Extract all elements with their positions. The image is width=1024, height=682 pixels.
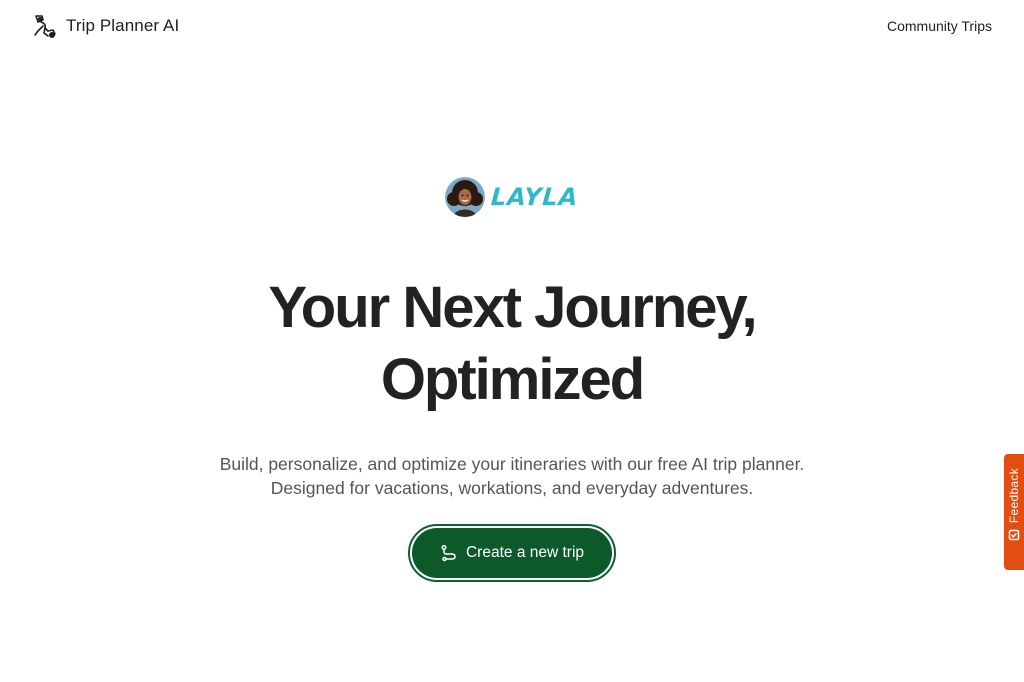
create-trip-button-body[interactable]: Create a new trip [412,528,612,578]
brand-name: Trip Planner AI [66,16,180,35]
layla-avatar [445,177,486,217]
page: Trip Planner AI Community Trips LAYLA Yo… [0,0,1024,682]
headline-line-1: Your Next Journey, [268,275,757,340]
persona-name: LAYLA [490,183,580,211]
create-trip-label: Create a new trip [465,544,585,561]
traveler-logo-icon [32,13,58,39]
hero-subtitle: Build, personalize, and optimize your it… [219,454,805,498]
page-headline: Your Next Journey, Optimized [268,272,757,416]
route-icon [440,544,458,562]
hero-section: LAYLA Your Next Journey, Optimized Build… [0,176,1024,582]
community-trips-link[interactable]: Community Trips [887,18,992,34]
brand-home-link[interactable]: Trip Planner AI [32,13,179,39]
feedback-tab[interactable]: Feedback [1004,454,1024,570]
checkbox-icon [1008,529,1020,541]
persona-badge: LAYLA [445,176,580,218]
feedback-label: Feedback [1007,468,1021,524]
top-header: Trip Planner AI Community Trips [0,0,1024,52]
headline-line-2: Optimized [380,347,645,412]
create-trip-button[interactable]: Create a new trip [408,524,616,582]
